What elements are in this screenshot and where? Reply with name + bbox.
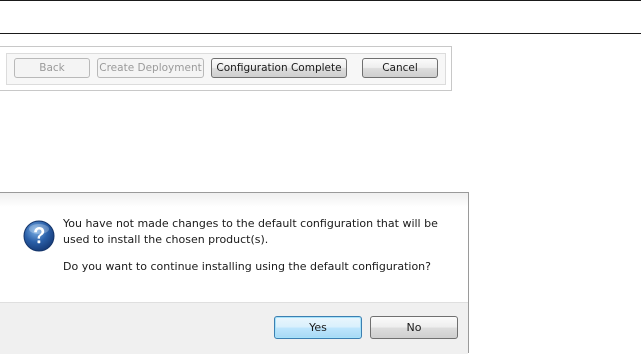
yes-button[interactable]: Yes (274, 316, 362, 339)
wizard-button-bar: Back Create Deployment Configuration Com… (0, 46, 452, 91)
section-divider (0, 33, 641, 34)
top-divider (0, 0, 641, 1)
create-deployment-button[interactable]: Create Deployment (97, 58, 204, 78)
dialog-message-line-1: You have not made changes to the default… (63, 217, 438, 230)
dialog-question: Do you want to continue installing using… (63, 260, 431, 273)
question-icon (23, 220, 55, 252)
cancel-button[interactable]: Cancel (362, 58, 438, 78)
dialog-top-edge (0, 193, 468, 207)
configuration-complete-button[interactable]: Configuration Complete (211, 58, 347, 78)
no-button[interactable]: No (370, 316, 458, 339)
dialog-message-line-2: used to install the chosen product(s). (63, 233, 269, 246)
back-button[interactable]: Back (14, 58, 90, 78)
